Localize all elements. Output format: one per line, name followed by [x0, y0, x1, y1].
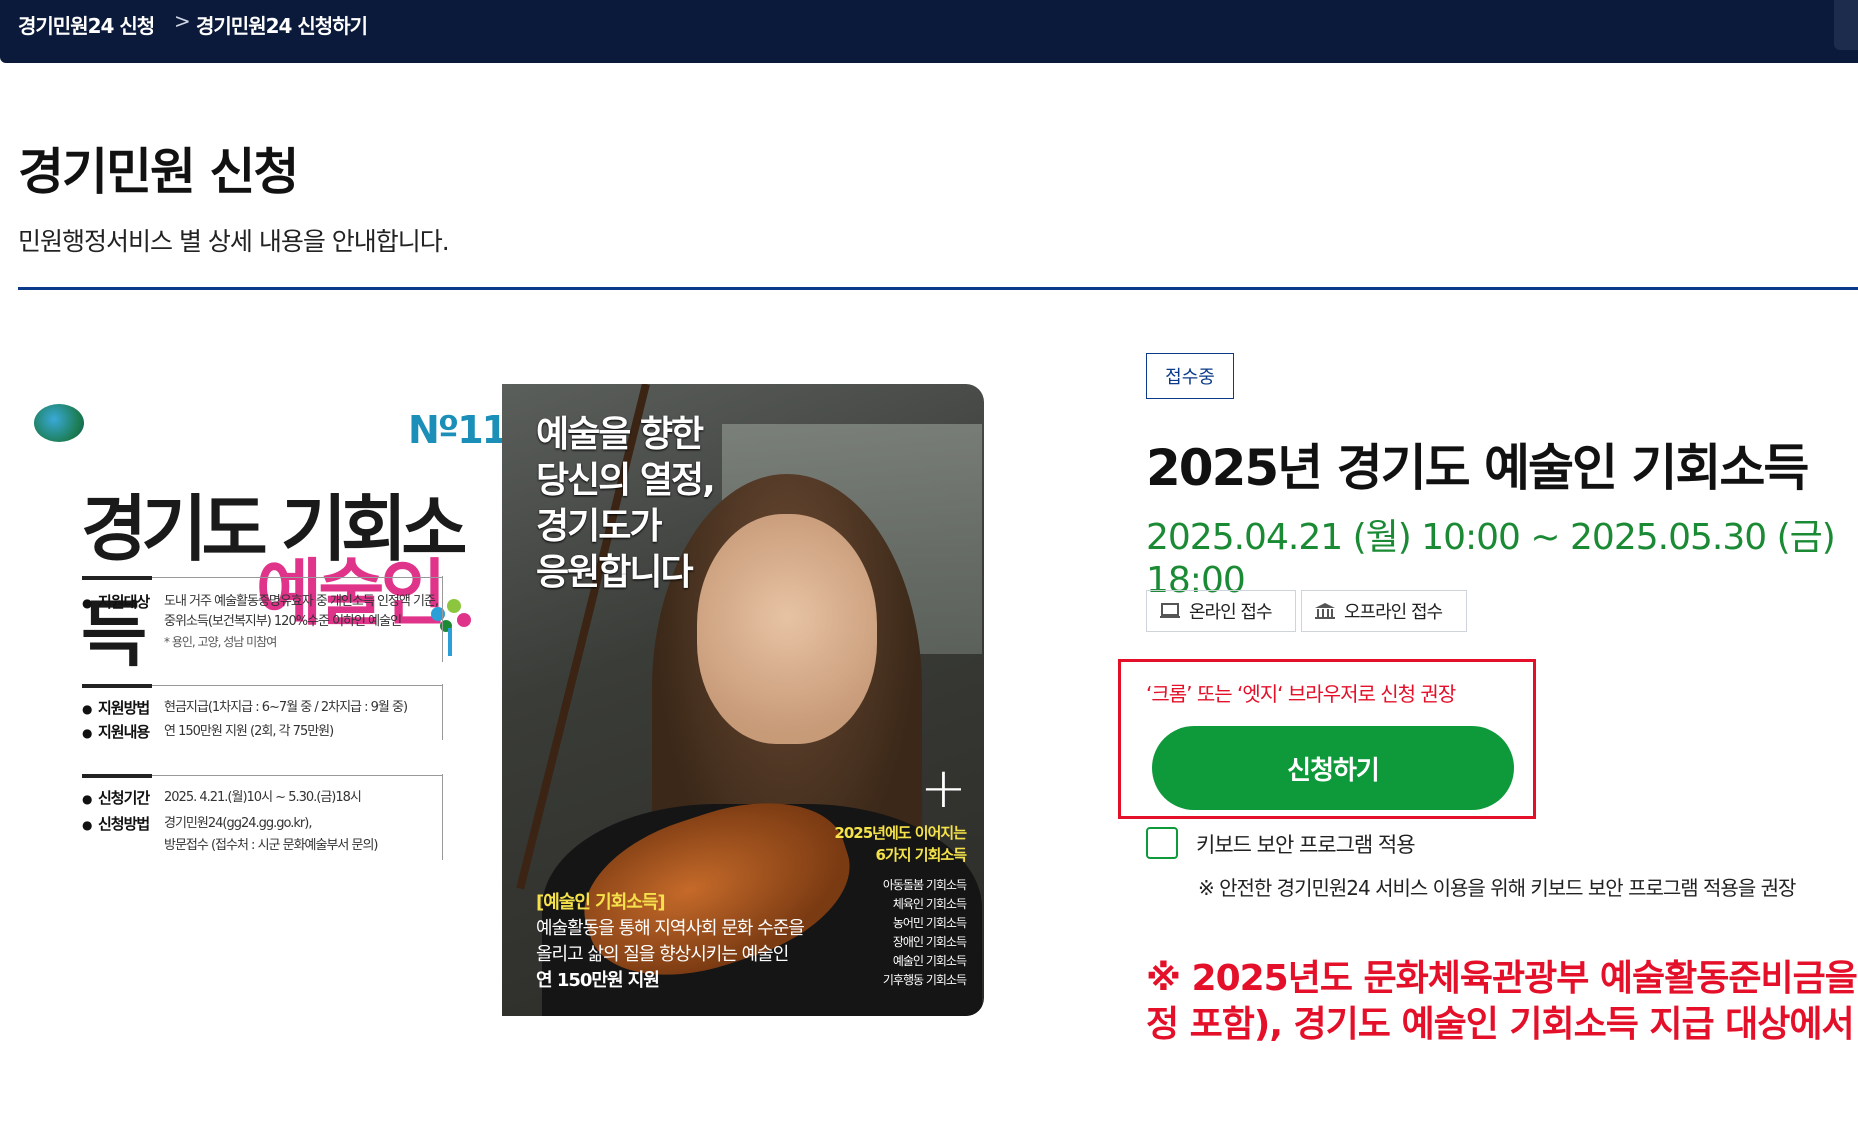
status-badge: 접수중 — [1146, 353, 1234, 399]
chip-online-reception: 온라인 접수 — [1146, 590, 1296, 632]
poster-number: Nº11 — [408, 408, 508, 452]
page-title: 경기민원 신청 — [18, 143, 299, 201]
poster-bottom-text: [예술인 기회소득] 예술활동을 통해 지역사회 문화 수준을 올리고 삶의 질… — [536, 892, 805, 991]
poster-side-list: 아동돌봄 기회소득 체육인 기회소득 농어민 기회소득 장애인 기회소득 예술인… — [882, 878, 967, 987]
bank-building-icon — [1314, 602, 1336, 620]
service-title: 2025년 경기도 예술인 기회소득 — [1146, 439, 1809, 497]
application-period: 2025.04.21 (월) 10:00 ~ 2025.05.30 (금) 18… — [1146, 517, 1836, 601]
info-key: 지원방법 — [82, 698, 164, 719]
topbar-edge — [1834, 0, 1858, 50]
info-value: 2025. 4.21.(월)10시 ~ 5.30.(금)18시 — [164, 790, 362, 805]
info-value: 경기민원24(gg24.gg.go.kr), — [164, 816, 312, 831]
info-key: 신청방법 — [82, 814, 164, 835]
info-value: 현금지급(1차지급 : 6~7월 중 / 2차지급 : 9월 중) — [164, 700, 408, 715]
poster-headline: 예술을 향한 당신의 열정, 경기도가 응원합니다 — [536, 414, 716, 593]
breadcrumb-item-gg24-apply[interactable]: 경기민원24 신청 — [18, 10, 155, 39]
breadcrumb: 경기민원24 신청 > 경기민원24 신청하기 — [0, 0, 1858, 63]
chip-offline-reception: 오프라인 접수 — [1301, 590, 1467, 632]
info-block-period: 신청기간 2025. 4.21.(월)10시 ~ 5.30.(금)18시 신청방… — [82, 774, 443, 860]
keyboard-security-label[interactable]: 키보드 보안 프로그램 적용 — [1196, 829, 1416, 859]
gyeonggi-logo — [34, 404, 84, 442]
info-value: 방문접수 (접수처 : 시군 문화예술부서 문의) — [164, 838, 379, 853]
page-description: 민원행정서비스 별 상세 내용을 안내합니다. — [18, 227, 450, 256]
info-block-target: 지원대상 도내 거주 예술활동증명유효자 중 개인소득 인정액 기준, 중위소득… — [82, 576, 443, 662]
browser-note: ‘크롬’ 또는 ‘엣지‘ 브라우저로 신청 권장 — [1146, 682, 1456, 706]
info-value: 도내 거주 예술활동증명유효자 중 개인소득 인정액 기준, — [164, 594, 439, 609]
info-key: 지원대상 — [82, 592, 164, 613]
keyboard-security-desc: ※ 안전한 경기민원24 서비스 이용을 위해 키보드 보안 프로그램 적용을 … — [1198, 876, 1796, 900]
info-value: 중위소득(보건복지부) 120%수준 이하인 예술인 — [164, 614, 402, 629]
laptop-icon — [1159, 602, 1181, 620]
apply-button[interactable]: 신청하기 — [1152, 726, 1514, 810]
poster-photo-image: 예술을 향한 당신의 열정, 경기도가 응원합니다 + 2025년에도 이어지는… — [502, 384, 984, 1016]
poster-side-title: 2025년에도 이어지는 6가지 기회소득 — [834, 824, 967, 864]
info-block-method: 지원방법 현금지급(1차지급 : 6~7월 중 / 2차지급 : 9월 중) 지… — [82, 684, 443, 743]
breadcrumb-item-apply-page[interactable]: 경기민원24 신청하기 — [196, 10, 368, 39]
header-divider — [18, 287, 1858, 290]
poster-info-image: Nº11 경기도 기회소득 예술인 지원대상 도내 거주 예술활동증명유효자 중… — [26, 384, 508, 1014]
info-note: * 용인, 고양, 성남 미참여 — [164, 635, 277, 649]
notice-text: ※ 2025년도 문화체육관광부 예술활동준비금을 수 정 포함), 경기도 예… — [1146, 958, 1858, 1045]
keyboard-security-checkbox[interactable] — [1146, 827, 1178, 859]
info-key: 지원내용 — [82, 722, 164, 743]
chevron-right-icon: > — [174, 9, 191, 33]
plus-icon: + — [920, 756, 967, 821]
info-value: 연 150만원 지원 (2회, 각 75만원) — [164, 724, 334, 739]
info-key: 신청기간 — [82, 788, 164, 809]
